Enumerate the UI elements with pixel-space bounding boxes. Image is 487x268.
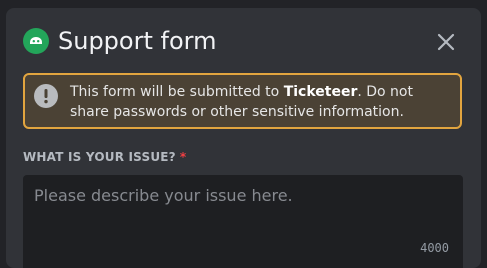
required-marker: * bbox=[179, 150, 187, 164]
issue-textarea-wrapper: 4000 bbox=[23, 175, 463, 268]
support-form-modal: Support form This form will be submitted… bbox=[6, 8, 481, 268]
issue-textarea[interactable] bbox=[23, 175, 463, 268]
warning-notice: This form will be submitted to Ticketeer… bbox=[23, 73, 462, 129]
modal-title: Support form bbox=[58, 27, 217, 55]
notice-text-before: This form will be submitted to bbox=[70, 84, 284, 100]
notice-text: This form will be submitted to Ticketeer… bbox=[70, 82, 455, 122]
char-limit-counter: 4000 bbox=[420, 241, 449, 255]
exclamation-circle-icon bbox=[34, 84, 58, 108]
discord-bot-icon bbox=[23, 28, 49, 54]
notice-app-name: Ticketeer bbox=[283, 84, 358, 100]
field-label: WHAT IS YOUR ISSUE? * bbox=[23, 149, 186, 165]
field-label-text: WHAT IS YOUR ISSUE? bbox=[23, 150, 176, 164]
close-icon bbox=[437, 33, 455, 51]
close-button[interactable] bbox=[435, 31, 457, 53]
modal-header: Support form bbox=[23, 24, 216, 58]
